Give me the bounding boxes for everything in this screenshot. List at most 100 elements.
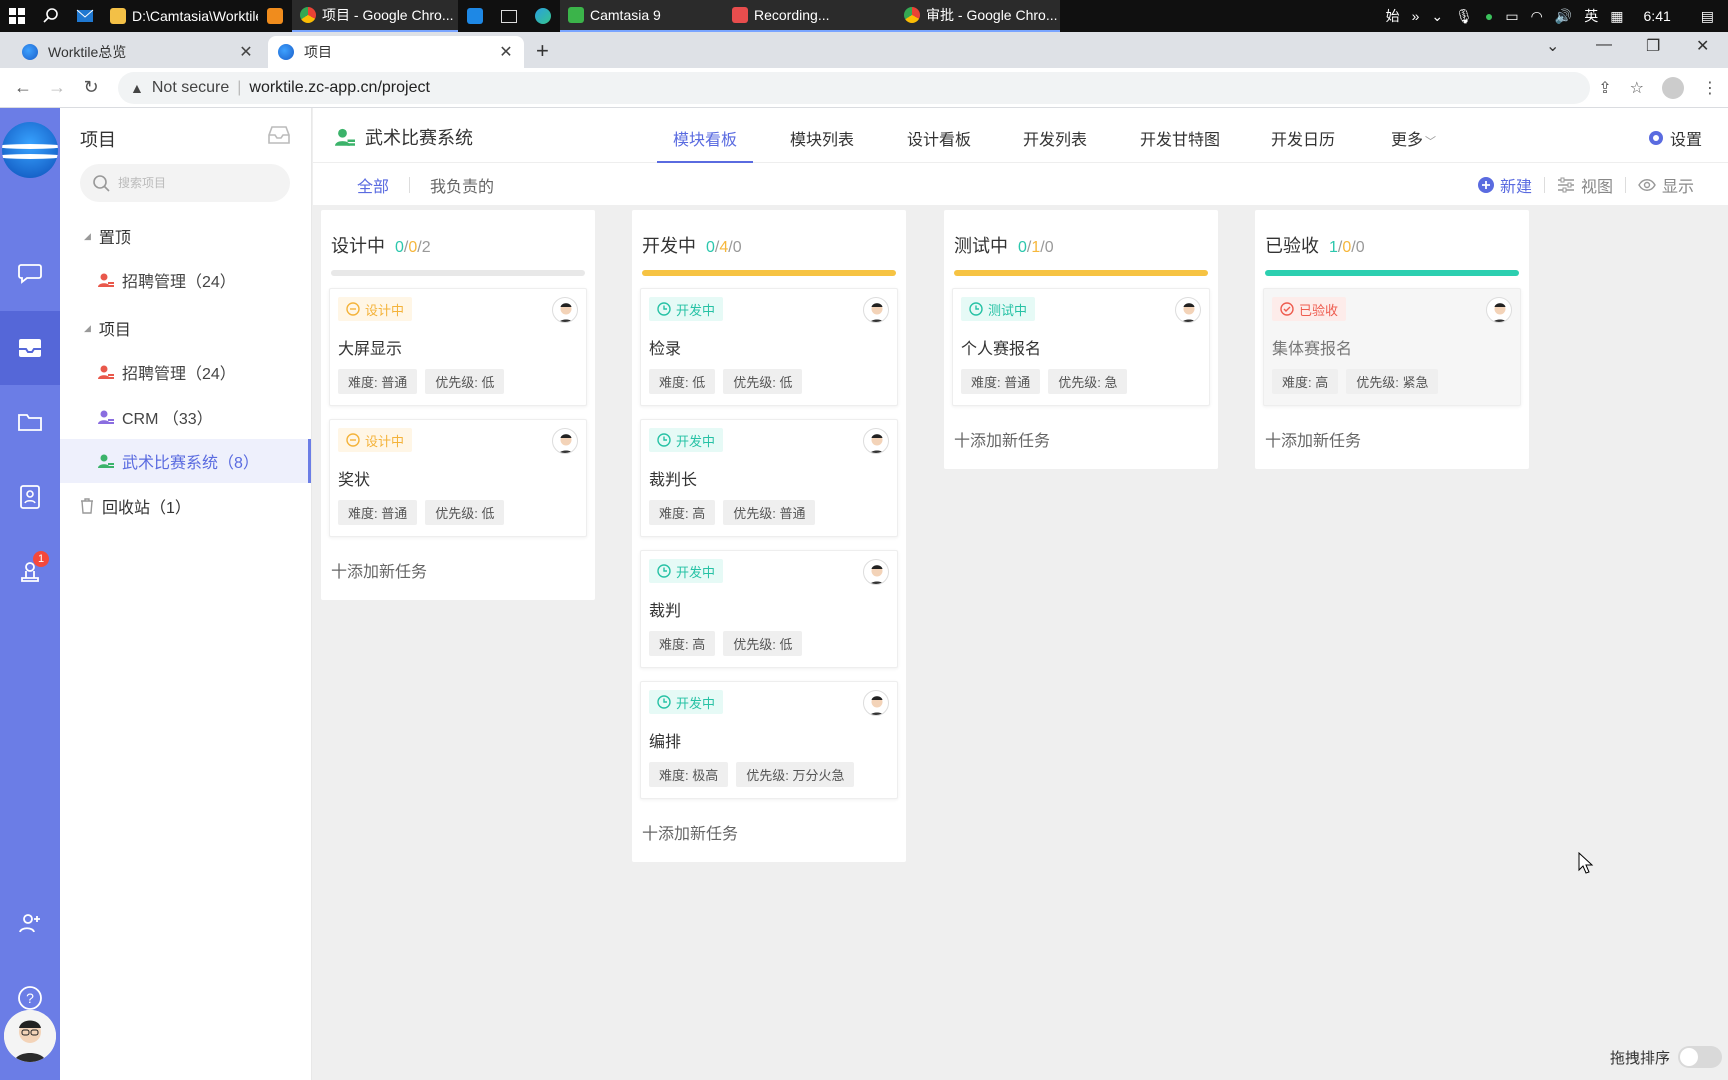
back-icon[interactable]: ← (6, 77, 40, 98)
forward-icon[interactable]: → (40, 77, 74, 98)
vscode-icon[interactable] (458, 0, 492, 32)
mail-icon[interactable] (68, 0, 102, 32)
reload-icon[interactable]: ↻ (74, 77, 108, 98)
approval-icon[interactable]: 1 (0, 535, 60, 609)
task-card[interactable]: 开发中 裁判长 难度: 高 优先级: 普通 (640, 419, 898, 537)
wifi-icon[interactable]: ◠ (1531, 8, 1543, 25)
sidebar-item-trash[interactable]: 回收站（1） (80, 494, 191, 518)
windows-start-icon[interactable] (0, 0, 34, 32)
minimize-icon[interactable]: — (1596, 36, 1612, 54)
sidebar-item-recruitment[interactable]: 招聘管理（24） (60, 352, 311, 392)
sidebar-item-pinned-recruitment[interactable]: 招聘管理（24） (60, 260, 311, 300)
status-badge[interactable]: 设计中 (338, 297, 413, 321)
tab-more[interactable]: 更多 ﹀ (1391, 126, 1436, 163)
assignee-avatar[interactable] (1175, 297, 1201, 323)
tab-module-board[interactable]: 模块看板 (657, 126, 754, 163)
add-task-button[interactable]: 十添加新任务 (954, 427, 1050, 451)
drag-sort-toggle[interactable] (1678, 1046, 1723, 1068)
wechat-icon[interactable]: ● (1485, 8, 1493, 24)
clock[interactable]: 6:41 (1644, 8, 1671, 24)
group-pinned[interactable]: ◢ 置顶 (84, 224, 131, 248)
archive-icon[interactable] (268, 126, 290, 149)
add-task-button[interactable]: 十添加新任务 (1265, 427, 1361, 451)
inbox-icon[interactable] (0, 311, 60, 385)
worktile-logo[interactable] (2, 122, 58, 178)
assignee-avatar[interactable] (1486, 297, 1512, 323)
sublime-icon[interactable] (258, 0, 292, 32)
status-badge[interactable]: 已验收 (1272, 297, 1347, 321)
project-search[interactable] (80, 164, 290, 202)
restore-icon[interactable]: ❐ (1646, 36, 1660, 56)
share-icon[interactable]: ⇪ (1598, 78, 1611, 98)
filter-mine[interactable]: 我负责的 (430, 173, 494, 197)
task-card[interactable]: 开发中 检录 难度: 低 优先级: 低 (640, 288, 898, 406)
overflow-icon[interactable]: » (1412, 8, 1420, 24)
chat-icon[interactable] (0, 236, 60, 310)
warning-icon[interactable]: ▲ (130, 80, 144, 96)
taskbar-app-camtasia[interactable]: Camtasia 9 (560, 0, 724, 32)
profile-icon[interactable] (1662, 77, 1684, 99)
project-search-input[interactable] (118, 176, 278, 190)
status-badge[interactable]: 开发中 (649, 559, 724, 583)
edge-icon[interactable] (526, 0, 560, 32)
add-task-button[interactable]: 十添加新任务 (331, 558, 427, 582)
microphone-icon[interactable]: 🎙 (1455, 8, 1473, 25)
task-card[interactable]: 开发中 编排 难度: 极高 优先级: 万分火急 (640, 681, 898, 799)
taskbar-app-recording[interactable]: Recording... (724, 0, 896, 32)
close-tab-icon[interactable]: ✕ (498, 42, 514, 62)
terminal-icon[interactable] (492, 0, 526, 32)
view-button[interactable]: 视图 (1545, 173, 1625, 197)
folder-icon[interactable] (0, 385, 60, 459)
tab-design-board[interactable]: 设计看板 (907, 126, 971, 163)
task-card[interactable]: 开发中 裁判 难度: 高 优先级: 低 (640, 550, 898, 668)
tab-worktile-overview[interactable]: Worktile总览 ✕ (12, 36, 264, 68)
notification-icon[interactable]: ▤ (1701, 8, 1714, 25)
filter-all[interactable]: 全部 (357, 173, 389, 197)
search-icon[interactable] (34, 0, 68, 32)
ime-indicator[interactable]: 始 (1386, 6, 1400, 26)
assignee-avatar[interactable] (552, 297, 578, 323)
display-button[interactable]: 显示 (1626, 173, 1706, 197)
sidebar-item-wushu[interactable]: 武术比赛系统（8） (60, 439, 311, 483)
status-badge[interactable]: 测试中 (961, 297, 1036, 321)
status-badge[interactable]: 开发中 (649, 428, 724, 452)
assignee-avatar[interactable] (863, 297, 889, 323)
tab-dev-calendar[interactable]: 开发日历 (1271, 126, 1335, 163)
chevron-up-icon[interactable]: ⌄ (1431, 8, 1443, 25)
assignee-avatar[interactable] (863, 690, 889, 716)
sidebar-item-crm[interactable]: CRM （33） (60, 397, 311, 437)
add-user-icon[interactable] (0, 886, 60, 960)
add-task-button[interactable]: 十添加新任务 (642, 820, 738, 844)
volume-icon[interactable]: 🔊 (1555, 8, 1572, 25)
tab-module-list[interactable]: 模块列表 (790, 126, 854, 163)
assignee-avatar[interactable] (863, 559, 889, 585)
taskbar-app-chrome-project[interactable]: 项目 - Google Chro... (292, 0, 458, 32)
close-window-icon[interactable]: ✕ (1696, 36, 1709, 56)
keyboard-icon[interactable]: ▦ (1610, 8, 1623, 25)
chrome-menu-icon[interactable]: ⋮ (1702, 78, 1718, 98)
battery-icon[interactable]: ▭ (1505, 8, 1518, 25)
status-badge[interactable]: 设计中 (338, 428, 413, 452)
tab-search-icon[interactable]: ⌄ (1546, 36, 1559, 56)
bookmark-star-icon[interactable]: ☆ (1630, 78, 1644, 98)
status-badge[interactable]: 开发中 (649, 690, 724, 714)
task-card[interactable]: 设计中 大屏显示 难度: 普通 优先级: 低 (329, 288, 587, 406)
task-card[interactable]: 已验收 集体赛报名 难度: 高 优先级: 紧急 (1263, 288, 1521, 406)
settings-button[interactable]: 设置 (1648, 126, 1702, 150)
status-badge[interactable]: 开发中 (649, 297, 724, 321)
address-bar[interactable]: ▲ Not secure | worktile.zc-app.cn/projec… (118, 72, 1590, 104)
language-indicator[interactable]: 英 (1584, 6, 1598, 26)
contacts-icon[interactable] (0, 460, 60, 534)
new-tab-button[interactable]: + (536, 38, 549, 64)
taskbar-app-explorer[interactable]: D:\Camtasia\Worktile (102, 0, 258, 32)
url-text[interactable]: worktile.zc-app.cn/project (249, 79, 430, 97)
group-projects[interactable]: ◢ 项目 (84, 316, 131, 340)
user-avatar[interactable] (4, 1010, 56, 1062)
taskbar-app-chrome-approval[interactable]: 审批 - Google Chro... (896, 0, 1060, 32)
close-tab-icon[interactable]: ✕ (238, 42, 254, 62)
tab-project[interactable]: 项目 ✕ (268, 36, 524, 68)
assignee-avatar[interactable] (863, 428, 889, 454)
tab-dev-list[interactable]: 开发列表 (1023, 126, 1087, 163)
task-card[interactable]: 测试中 个人赛报名 难度: 普通 优先级: 急 (952, 288, 1210, 406)
assignee-avatar[interactable] (552, 428, 578, 454)
